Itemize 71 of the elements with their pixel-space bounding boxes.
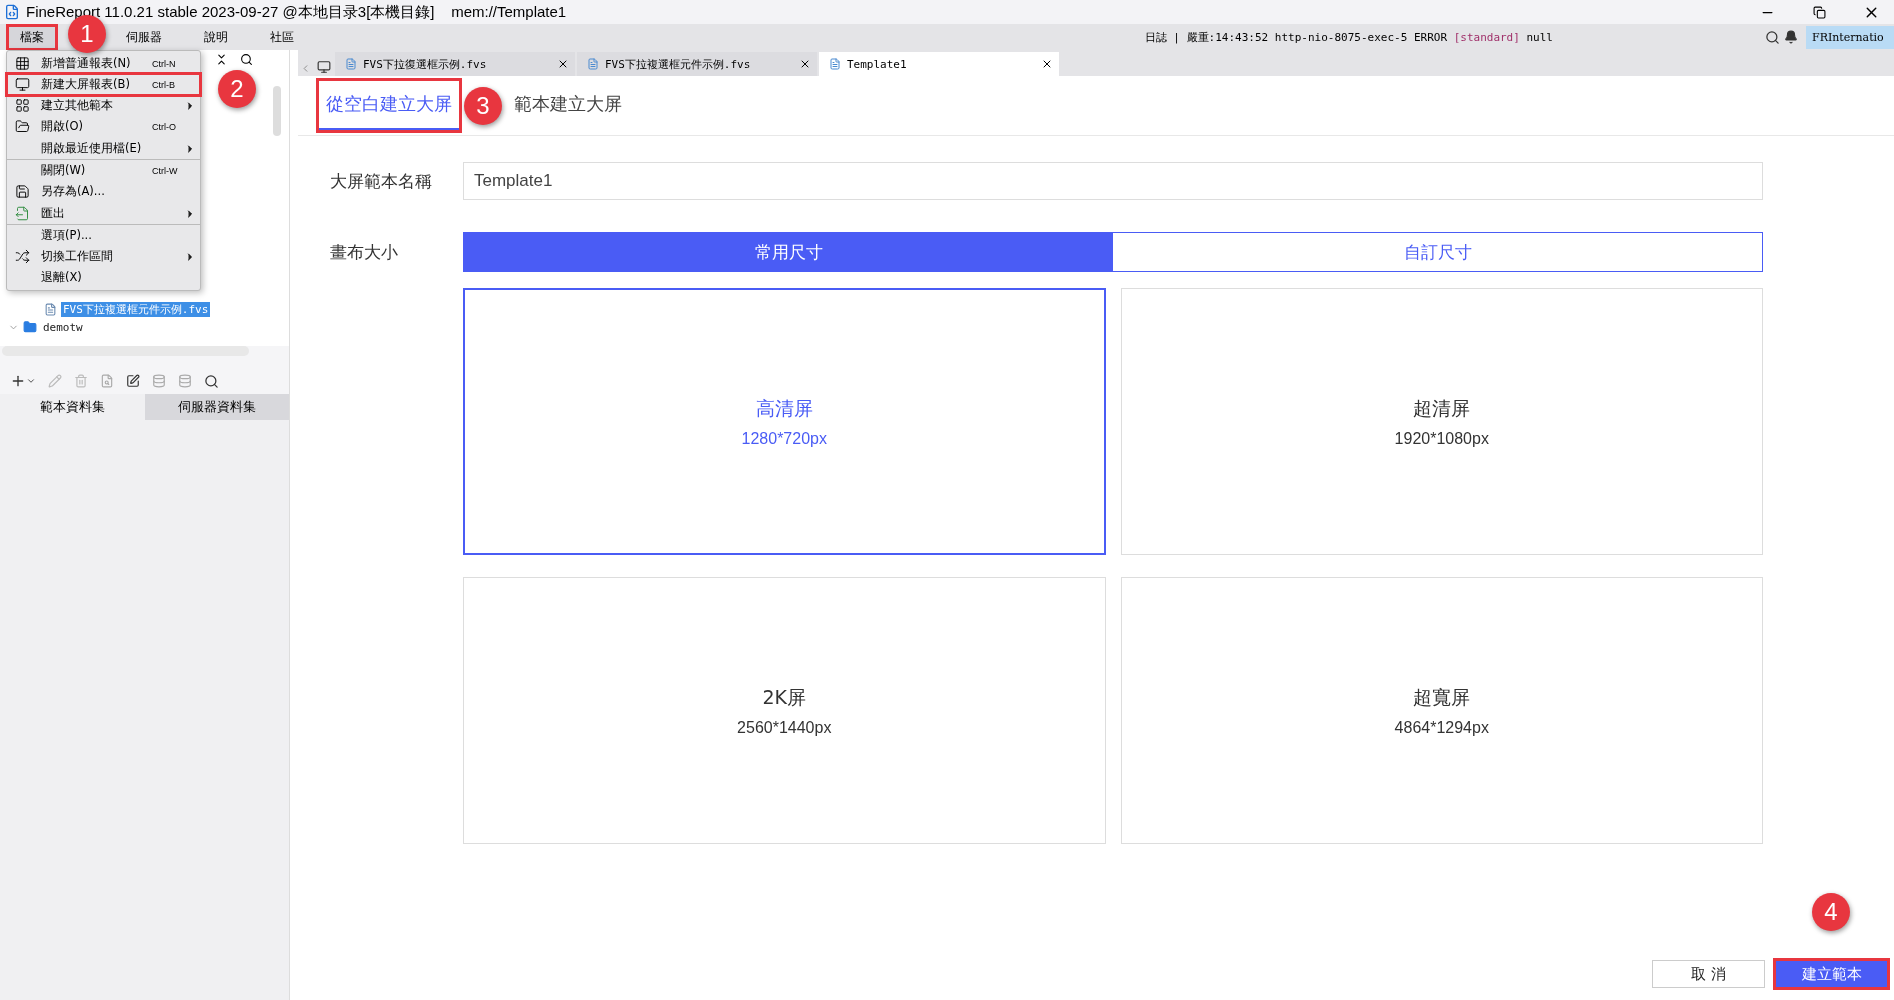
- dataset-tab[interactable]: 伺服器資料集: [144, 394, 289, 420]
- save-icon: [15, 184, 30, 199]
- file-icon: [345, 58, 357, 70]
- preset-card[interactable]: 2K屏 2560*1440px: [463, 577, 1106, 844]
- preset-size: 1920*1080px: [1394, 429, 1489, 448]
- tiles-icon: [15, 98, 30, 113]
- field-label: 大屏範本名稱: [330, 169, 433, 193]
- edit-table-icon[interactable]: [124, 372, 142, 390]
- size-mode-tab[interactable]: 常用尺寸: [464, 233, 1113, 271]
- preset-title: 超清屏: [1413, 395, 1471, 421]
- user-name[interactable]: FRInternatio: [1806, 25, 1894, 49]
- create-button[interactable]: 建立範本: [1775, 960, 1888, 988]
- shortcut-label: Ctrl-W: [152, 165, 179, 176]
- bell-icon[interactable]: [1782, 28, 1800, 46]
- file-icon: [829, 58, 841, 70]
- preset-title: 2K屏: [762, 684, 807, 710]
- shortcut-label: Ctrl-B: [152, 79, 176, 90]
- menu-item[interactable]: 匯出: [7, 202, 200, 225]
- collapse-icon[interactable]: [215, 53, 228, 66]
- close-icon[interactable]: [1041, 58, 1053, 70]
- preset-size: 1280*720px: [741, 429, 827, 448]
- restore-icon[interactable]: [1812, 5, 1826, 19]
- folder-icon: [15, 119, 30, 134]
- menu-item[interactable]: 退離(X): [7, 267, 200, 288]
- monitor-icon: [15, 77, 30, 92]
- shuffle-icon: [15, 249, 30, 264]
- scrollbar[interactable]: [273, 86, 281, 136]
- preset-card[interactable]: 超清屏 1920*1080px: [1120, 288, 1763, 555]
- shortcut-label: Ctrl-O: [152, 121, 177, 132]
- tree-item[interactable]: demotw: [41, 320, 85, 334]
- menu-item[interactable]: 新建大屏報表(B) Ctrl-B: [7, 74, 200, 95]
- grid-icon: [15, 56, 30, 71]
- mode-tab[interactable]: 從空白建立大屏: [318, 80, 460, 131]
- document-tab[interactable]: Template1: [819, 52, 1059, 76]
- file-icon: [587, 58, 599, 70]
- preset-card[interactable]: 超寬屏 4864*1294px: [1120, 577, 1763, 844]
- menu-item[interactable]: 選項(P)...: [7, 225, 200, 246]
- preset-size: 2560*1440px: [737, 718, 832, 737]
- menu-item[interactable]: 建立其他範本: [7, 95, 200, 116]
- menu-item[interactable]: 另存為(A)...: [7, 181, 200, 202]
- menu-item[interactable]: 社區: [258, 25, 306, 49]
- menu-item[interactable]: 開啟(O) Ctrl-O: [7, 116, 200, 137]
- menu-item[interactable]: 關閉(W) Ctrl-W: [7, 160, 200, 181]
- close-icon[interactable]: [799, 58, 811, 70]
- search-icon[interactable]: [240, 53, 253, 66]
- app-logo-icon: [4, 4, 20, 20]
- file-icon: [44, 302, 57, 316]
- cancel-button[interactable]: 取 消: [1652, 960, 1765, 988]
- preset-title: 高清屏: [755, 395, 813, 421]
- preset-title: 超寬屏: [1413, 684, 1471, 710]
- preset-size: 4864*1294px: [1394, 718, 1489, 737]
- step-marker: 3: [464, 87, 502, 125]
- log-message: 日誌 | 嚴重:14:43:52 http-nio-8075-exec-5 ERROR [standard] null: [1144, 29, 1553, 45]
- menu-item[interactable]: 切換工作區間: [7, 246, 200, 267]
- document-tab[interactable]: FVS下拉復選框示例.fvs: [335, 52, 575, 76]
- step-marker: 4: [1812, 893, 1850, 931]
- shortcut-label: Ctrl-N: [152, 58, 177, 69]
- export-icon: [15, 206, 30, 221]
- name-input-field[interactable]: Template1: [463, 162, 1763, 200]
- menu-item[interactable]: 開啟最近使用檔(E): [7, 137, 200, 160]
- menu-item[interactable]: 說明: [192, 25, 240, 49]
- mode-tab[interactable]: 範本建立大屏: [506, 80, 630, 131]
- preset-card[interactable]: 高清屏 1280*720px: [463, 288, 1106, 555]
- document-tab[interactable]: FVS下拉複選框元件示例.fvs: [577, 52, 817, 76]
- close-icon[interactable]: [557, 58, 569, 70]
- field-label: 畫布大小: [330, 240, 399, 264]
- folder-icon: [23, 320, 37, 334]
- menu-item[interactable]: 伺服器: [114, 25, 174, 49]
- dataset-tab[interactable]: 範本資料集: [0, 394, 145, 420]
- menu-item[interactable]: 檔案: [8, 25, 56, 49]
- new-tab-icon[interactable]: [315, 58, 333, 76]
